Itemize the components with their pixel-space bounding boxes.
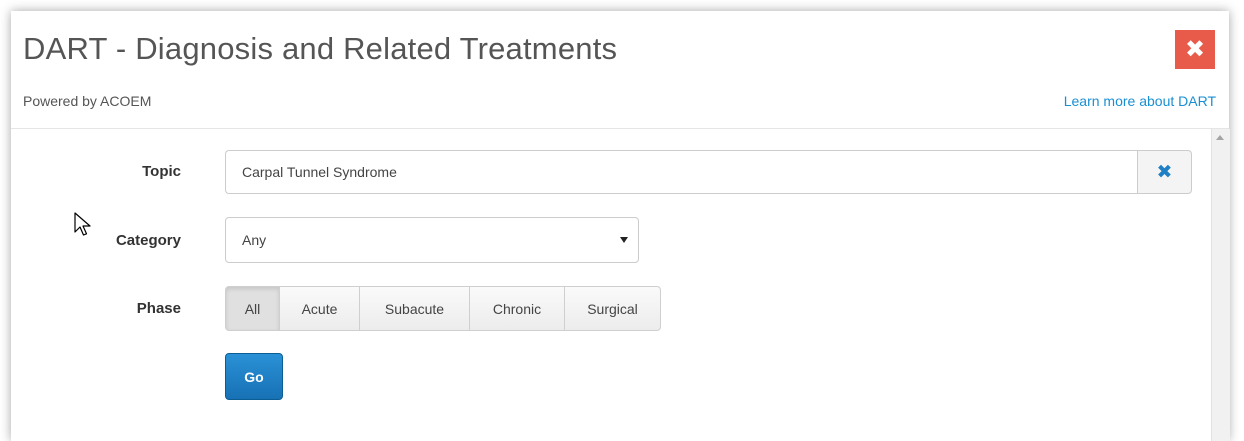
vertical-scrollbar[interactable]: [1211, 129, 1230, 441]
close-icon: ✖: [1184, 36, 1206, 63]
powered-by-text: Powered by ACOEM: [23, 93, 152, 109]
scroll-up-arrow-icon[interactable]: [1216, 135, 1224, 140]
topic-label: Topic: [142, 163, 181, 180]
learn-more-link[interactable]: Learn more about DART: [1064, 93, 1216, 109]
mouse-pointer-icon: [74, 212, 91, 236]
go-button[interactable]: Go: [225, 353, 283, 400]
category-selected-value: Any: [242, 232, 267, 248]
phase-option-all[interactable]: All: [225, 286, 280, 331]
close-button[interactable]: ✖: [1175, 30, 1215, 69]
topic-clear-button[interactable]: ✖: [1137, 150, 1192, 194]
phase-label: Phase: [136, 300, 181, 317]
page-title: DART - Diagnosis and Related Treatments: [23, 31, 618, 66]
modal-header: DART - Diagnosis and Related Treatments …: [11, 11, 1229, 129]
clear-x-icon: ✖: [1156, 161, 1173, 183]
topic-input-value: Carpal Tunnel Syndrome: [242, 164, 397, 180]
phase-option-subacute[interactable]: Subacute: [359, 286, 470, 331]
topic-input[interactable]: Carpal Tunnel Syndrome: [225, 150, 1137, 194]
phase-option-acute[interactable]: Acute: [279, 286, 360, 331]
category-label: Category: [115, 232, 181, 249]
phase-option-chronic[interactable]: Chronic: [469, 286, 565, 331]
phase-option-surgical[interactable]: Surgical: [564, 286, 661, 331]
phase-button-group: All Acute Subacute Chronic Surgical: [225, 286, 661, 331]
chevron-down-icon: [620, 237, 628, 243]
dart-modal: DART - Diagnosis and Related Treatments …: [11, 11, 1230, 441]
category-select[interactable]: Any: [225, 217, 639, 263]
